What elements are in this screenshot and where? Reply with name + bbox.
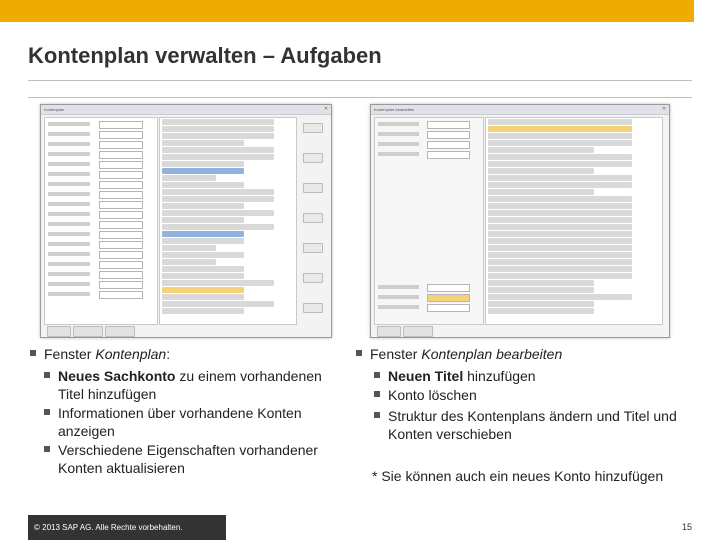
right-item-2: Konto löschen [388,387,477,403]
bullet-marker [374,412,380,418]
bullet-marker [374,391,380,397]
page-number: 15 [681,522,692,532]
side-button[interactable] [303,303,323,313]
edit-button[interactable] [105,326,135,337]
side-button[interactable] [303,183,323,193]
right-note: * Sie können auch ein neues Konto hinzuf… [372,468,664,484]
bullet-marker [44,446,50,452]
account-list-pane [485,117,663,325]
left-item-3: Verschiedene Eigenschaften vorhandener K… [58,442,318,476]
account-tree-pane [159,117,297,325]
left-heading: Fenster Kontenplan: [44,346,171,362]
side-button[interactable] [303,243,323,253]
content-divider [28,97,692,98]
right-item-3: Struktur des Kontenplans ändern und Tite… [388,408,677,442]
cancel-button[interactable] [403,326,433,337]
screenshot-titlebar: Kontenplan bearbeiten [371,105,669,115]
bullet-marker [44,372,50,378]
account-details-pane [44,117,158,325]
close-icon: ✕ [323,106,329,112]
side-button[interactable] [303,273,323,283]
title-divider [28,80,692,81]
right-item-1: Neuen Titel hinzufügen [388,368,536,384]
edit-chart-of-accounts-screenshot: Kontenplan bearbeiten ✕ [370,104,670,338]
right-heading: Fenster Kontenplan bearbeiten [370,346,563,362]
side-button[interactable] [303,123,323,133]
top-accent-bar [0,0,720,22]
screenshot-titlebar: Kontenplan [41,105,331,115]
side-button[interactable] [303,213,323,223]
ok-button[interactable] [47,326,71,337]
bullet-marker [374,372,380,378]
bullet-marker [44,409,50,415]
title-details-pane [374,117,484,325]
copyright-text: © 2013 SAP AG. Alle Rechte vorbehalten. [28,515,226,540]
page-title: Kontenplan verwalten – Aufgaben [28,43,382,68]
bullet-marker [356,350,362,356]
bullet-marker [30,350,36,356]
accent-notch [694,0,720,22]
close-icon: ✕ [661,106,667,112]
left-item-2: Informationen über vorhandene Konten anz… [58,405,302,439]
footer: © 2013 SAP AG. Alle Rechte vorbehalten. … [28,515,692,540]
side-button[interactable] [303,153,323,163]
chart-of-accounts-screenshot: Kontenplan ✕ [40,104,332,338]
cancel-button[interactable] [73,326,103,337]
left-item-1: Neues Sachkonto zu einem vorhandenen Tit… [58,368,322,402]
ok-button[interactable] [377,326,401,337]
